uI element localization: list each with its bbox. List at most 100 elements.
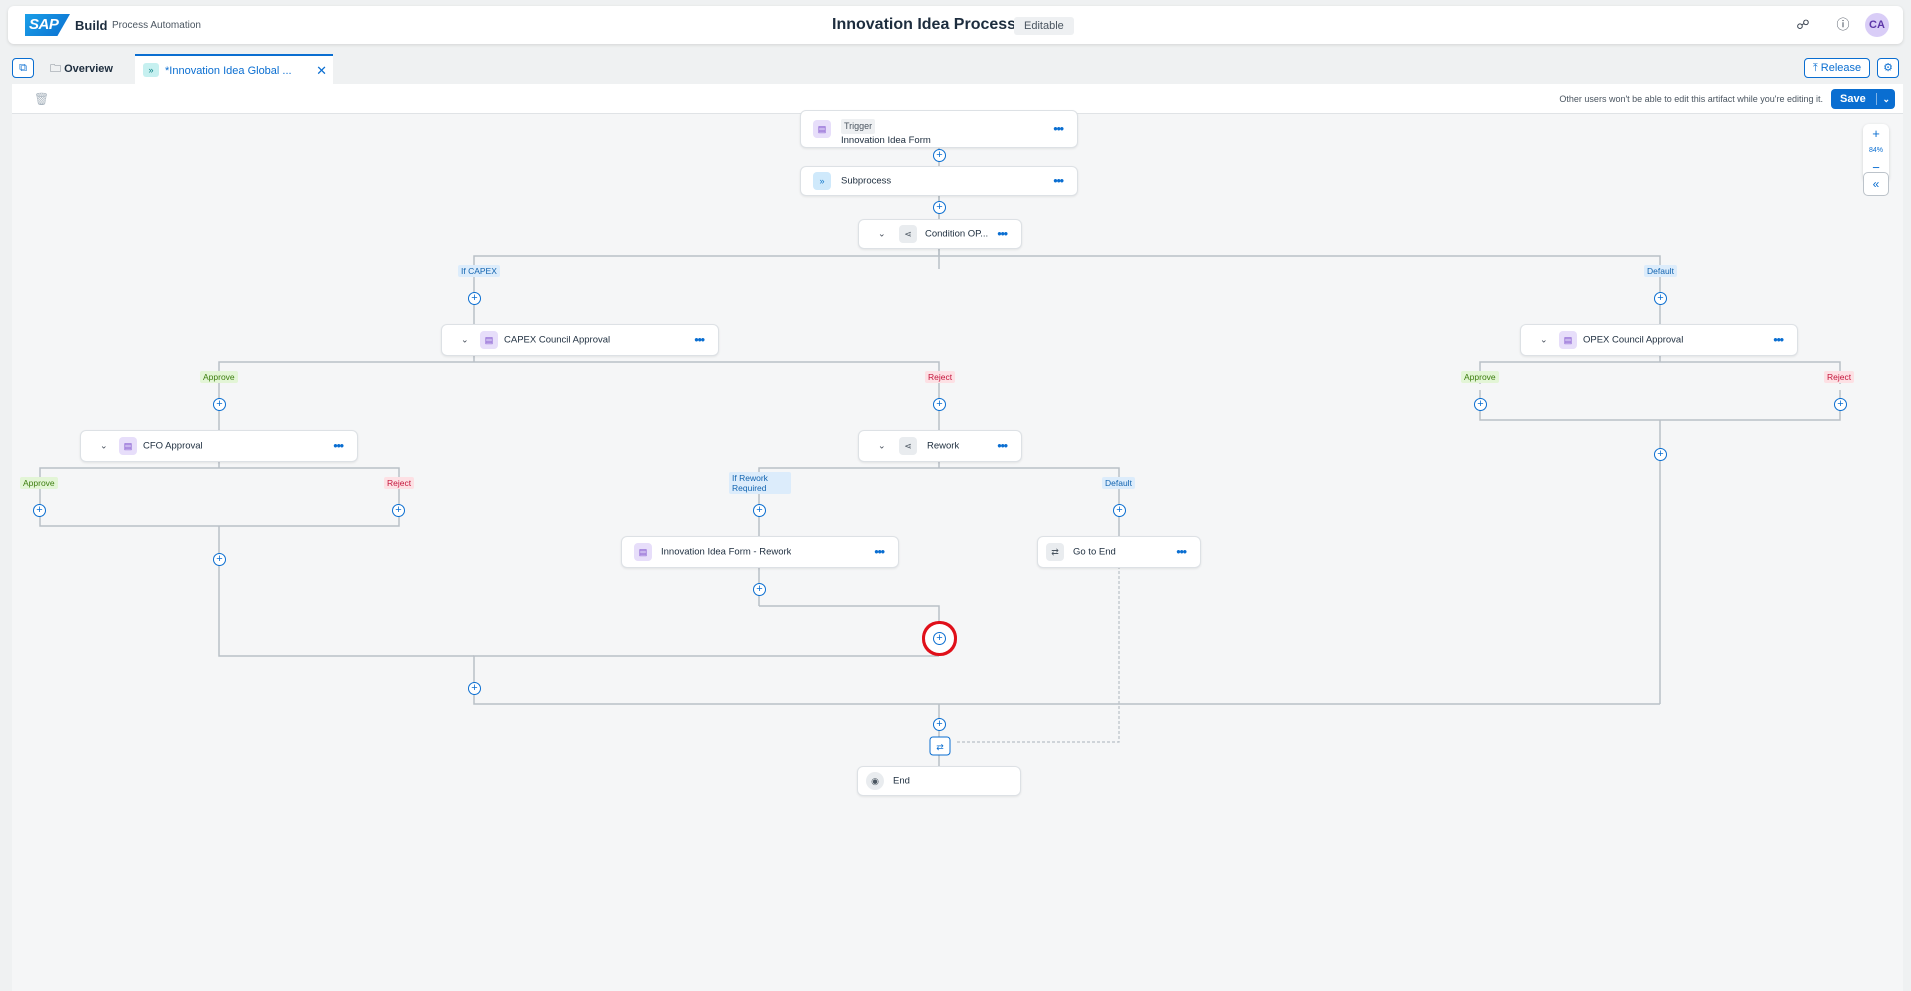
add-step-button-highlighted[interactable]: + <box>933 632 946 645</box>
end-icon: ◉ <box>866 772 884 790</box>
branch-tag: Default <box>1644 265 1677 277</box>
opex-label: OPEX Council Approval <box>1583 334 1684 346</box>
more-icon[interactable]: ••• <box>333 438 344 452</box>
add-step-button[interactable]: + <box>933 398 946 411</box>
rework-label: Rework <box>927 440 960 452</box>
form-icon: ▤ <box>634 543 652 561</box>
settings-button[interactable]: ⚙ <box>1877 58 1899 78</box>
outcome-tag: Reject <box>1824 371 1855 383</box>
form-icon: ▤ <box>813 120 831 138</box>
outcome-tag: Approve <box>1461 371 1499 383</box>
more-icon[interactable]: ••• <box>1053 121 1064 135</box>
chevron-down-icon[interactable]: ⌄ <box>878 441 886 452</box>
tab-overview[interactable]: 🗀 Overview <box>50 54 113 84</box>
outcome-tag: Approve <box>20 477 58 489</box>
capex-label: CAPEX Council Approval <box>504 334 611 346</box>
double-chevron-left-icon: « <box>1872 177 1880 191</box>
navigator-icon: ⧉ <box>19 62 27 74</box>
rework-form-node[interactable]: ▤ Innovation Idea Form - Rework ••• <box>621 536 899 568</box>
add-step-button[interactable]: + <box>933 718 946 731</box>
subprocess-label: Subprocess <box>841 175 892 187</box>
chevron-down-icon[interactable]: ⌄ <box>1540 335 1548 346</box>
avatar[interactable]: CA <box>1865 13 1889 37</box>
subprocess-icon: » <box>143 63 159 77</box>
svg-text:⇄: ⇄ <box>936 743 944 753</box>
process-canvas[interactable]: ⇄ ▤ Trigger Innovation Idea Form ••• + »… <box>12 110 1903 991</box>
add-step-button[interactable]: + <box>1654 292 1667 305</box>
branch-icon: ⋖ <box>899 437 917 455</box>
release-label: Release <box>1820 62 1862 74</box>
trigger-badge: Trigger <box>841 119 876 134</box>
build-label: Build <box>75 18 108 33</box>
subprocess-icon: » <box>813 172 831 190</box>
add-step-button[interactable]: + <box>1474 398 1487 411</box>
cfo-label: CFO Approval <box>143 440 203 452</box>
condition-label: Condition OP... <box>925 228 989 240</box>
branch-icon: ⋖ <box>899 225 917 243</box>
save-label: Save <box>1840 93 1866 105</box>
rework-condition-node[interactable]: ⌄ ⋖ Rework ••• <box>858 430 1022 462</box>
outcome-tag: Reject <box>384 477 415 489</box>
add-step-button[interactable]: + <box>392 504 405 517</box>
trash-icon[interactable]: 🗑 <box>34 92 49 106</box>
add-step-button[interactable]: + <box>753 504 766 517</box>
more-icon[interactable]: ••• <box>1773 332 1784 346</box>
goto-end-label: Go to End <box>1073 546 1116 558</box>
branch-tag: If CAPEX <box>458 265 500 277</box>
add-step-button[interactable]: + <box>1113 504 1126 517</box>
form-icon: ▤ <box>1559 331 1577 349</box>
joule-icon[interactable]: ☍ <box>1794 16 1812 34</box>
tab-bar: ⧉ 🗀 Overview » *Innovation Idea Global .… <box>12 54 1903 84</box>
end-label: End <box>893 775 910 787</box>
add-step-button[interactable]: + <box>468 292 481 305</box>
zoom-level[interactable]: 84% <box>1863 147 1889 154</box>
goto-icon: ⇄ <box>1046 543 1064 561</box>
capex-approval-node[interactable]: ⌄ ▤ CAPEX Council Approval ••• <box>441 324 719 356</box>
trigger-label: Innovation Idea Form <box>841 135 931 146</box>
save-button[interactable]: Save ⌄ <box>1831 89 1895 109</box>
tab-overview-label: Overview <box>64 63 113 75</box>
more-icon[interactable]: ••• <box>997 226 1008 240</box>
trigger-node[interactable]: ▤ Trigger Innovation Idea Form ••• <box>800 110 1078 148</box>
outcome-tag: Reject <box>925 371 956 383</box>
cfo-approval-node[interactable]: ⌄ ▤ CFO Approval ••• <box>80 430 358 462</box>
add-step-button[interactable]: + <box>1654 448 1667 461</box>
tab-process[interactable]: » *Innovation Idea Global ... ✕ <box>135 54 333 84</box>
more-icon[interactable]: ••• <box>1176 544 1187 558</box>
add-step-button[interactable]: + <box>933 201 946 214</box>
navigator-button[interactable]: ⧉ <box>12 58 34 78</box>
sap-logo[interactable]: SAP <box>25 14 70 36</box>
tab-process-label: *Innovation Idea Global ... <box>165 65 292 77</box>
release-button[interactable]: ⤒ Release <box>1804 58 1870 78</box>
chevron-down-icon[interactable]: ⌄ <box>461 335 469 346</box>
subprocess-node[interactable]: » Subprocess ••• <box>800 166 1078 196</box>
add-step-button[interactable]: + <box>33 504 46 517</box>
add-step-button[interactable]: + <box>1834 398 1847 411</box>
chevron-down-icon[interactable]: ⌄ <box>1882 89 1890 109</box>
more-icon[interactable]: ••• <box>997 438 1008 452</box>
zoom-in-button[interactable]: + <box>1863 126 1889 141</box>
add-step-button[interactable]: + <box>213 398 226 411</box>
chevron-down-icon[interactable]: ⌄ <box>100 441 108 452</box>
branch-tag: If Rework Required <box>729 472 791 494</box>
help-icon[interactable]: ⓘ <box>1834 16 1852 34</box>
status-badge: Editable <box>1014 17 1074 35</box>
shell-bar: SAP Build Process Automation Innovation … <box>8 6 1903 44</box>
end-node[interactable]: ◉ End <box>857 766 1021 796</box>
add-step-button[interactable]: + <box>468 682 481 695</box>
more-icon[interactable]: ••• <box>694 332 705 346</box>
more-icon[interactable]: ••• <box>874 544 885 558</box>
goto-end-node[interactable]: ⇄ Go to End ••• <box>1037 536 1201 568</box>
edit-lock-note: Other users won't be able to edit this a… <box>1559 94 1823 104</box>
form-icon: ▤ <box>480 331 498 349</box>
page-title: Innovation Idea Process <box>832 16 1017 33</box>
collapse-panel-button[interactable]: « <box>1863 172 1889 196</box>
add-step-button[interactable]: + <box>213 553 226 566</box>
more-icon[interactable]: ••• <box>1053 173 1064 187</box>
add-step-button[interactable]: + <box>753 583 766 596</box>
condition-node[interactable]: ⌄ ⋖ Condition OP... ••• <box>858 219 1022 249</box>
close-icon[interactable]: ✕ <box>316 56 327 86</box>
opex-approval-node[interactable]: ⌄ ▤ OPEX Council Approval ••• <box>1520 324 1798 356</box>
add-step-button[interactable]: + <box>933 149 946 162</box>
chevron-down-icon[interactable]: ⌄ <box>878 229 886 240</box>
